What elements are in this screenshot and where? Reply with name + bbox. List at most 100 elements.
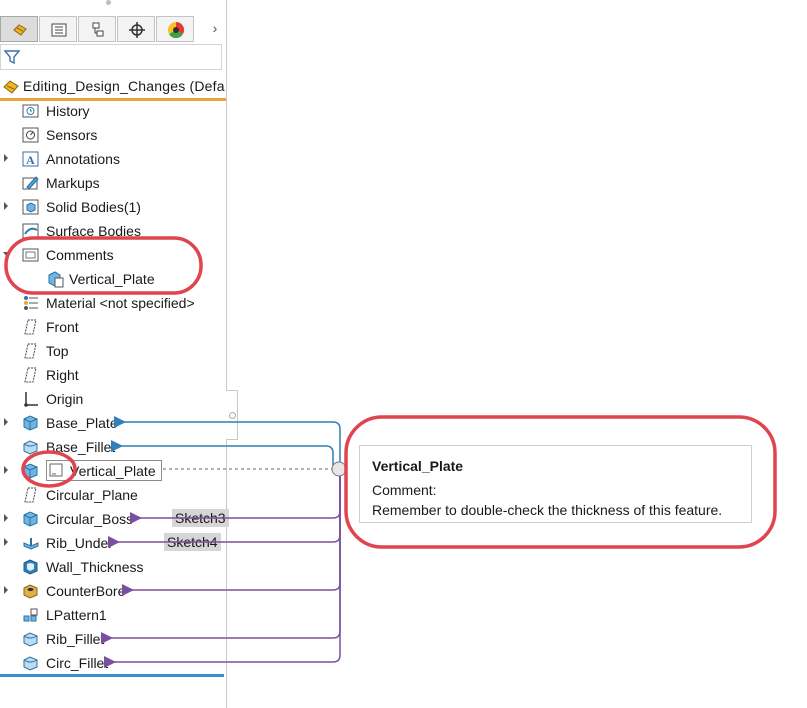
tree-item-base-fillet[interactable]: Base_Fillet <box>0 435 226 459</box>
expand-arrow-icon[interactable] <box>4 514 8 522</box>
feature-manager-panel: › Editing_Design_Changes (Defa History Se… <box>0 0 227 708</box>
tree-item-label: Vertical_Plate <box>70 463 156 479</box>
tree-item-label: Origin <box>46 391 84 407</box>
configuration-icon <box>92 22 104 37</box>
tree-item-vertical-plate[interactable]: Vertical_Plate <box>0 267 226 291</box>
tree-item-comments[interactable]: Comments <box>0 243 226 267</box>
comments-folder-icon <box>22 246 40 264</box>
tree-item-circ-fillet[interactable]: Circ_Fillet <box>0 651 226 675</box>
color-wheel-icon <box>167 21 185 39</box>
tree-item-label: Front <box>46 319 79 335</box>
fillet-icon <box>22 654 40 672</box>
tree-item-label: Vertical_Plate <box>69 271 155 287</box>
plane-icon <box>22 366 40 384</box>
tree-item-label: Rib_Under <box>46 535 113 551</box>
tooltip-comment-text: Remember to double-check the thickness o… <box>372 502 723 518</box>
tree-item-label: Comments <box>46 247 114 263</box>
tree-item-label: LPattern1 <box>46 607 107 623</box>
tree-item-label: Annotations <box>46 151 120 167</box>
plane-icon <box>22 342 40 360</box>
comment-note-icon[interactable] <box>49 463 63 477</box>
tooltip-title: Vertical_Plate <box>372 458 464 474</box>
rib-icon <box>22 534 40 552</box>
fillet-icon <box>22 630 40 648</box>
hole-wizard-icon <box>22 582 40 600</box>
svg-text:A: A <box>26 153 35 167</box>
tree-root-part[interactable]: Editing_Design_Changes (Defa <box>0 76 226 98</box>
linear-pattern-icon <box>22 606 40 624</box>
tree-item-label: Circular_Plane <box>46 487 138 503</box>
expand-arrow-icon[interactable] <box>4 466 8 474</box>
feature-filter-box[interactable] <box>0 44 222 70</box>
tree-item-label: Markups <box>46 175 100 191</box>
tree-item-counterbore[interactable]: CounterBore <box>0 579 226 603</box>
comment-anchor-icon <box>331 461 347 477</box>
tree-item-label: Circular_Boss <box>46 511 134 527</box>
expand-arrow-icon[interactable] <box>4 418 8 426</box>
fillet-icon <box>22 438 40 456</box>
configurationmanager-tab[interactable] <box>78 16 116 42</box>
sketch3-label: Sketch3 <box>172 509 229 527</box>
expand-arrow-icon[interactable] <box>4 538 8 546</box>
markups-icon <box>22 174 40 192</box>
collapse-arrow-icon[interactable] <box>3 252 11 257</box>
tree-item-label: CounterBore <box>46 583 126 599</box>
tree-item-annotations[interactable]: A Annotations <box>0 147 226 171</box>
tree-item-surface-bodies[interactable]: Surface Bodies <box>0 219 226 243</box>
tree-item-label: Base_Fillet <box>46 439 116 455</box>
sensors-icon <box>22 126 40 144</box>
tree-item-label: Solid Bodies(1) <box>46 199 141 215</box>
manager-tabs-toolbar: › <box>0 16 226 42</box>
tree-item-circular-plane[interactable]: Circular_Plane <box>0 483 226 507</box>
tooltip-comment-label: Comment: <box>372 482 437 498</box>
tree-item-label: Rib_Fillet <box>46 631 105 647</box>
plane-icon <box>22 486 40 504</box>
tree-item-solid-bodies-1[interactable]: Solid Bodies(1) <box>0 195 226 219</box>
tree-item-vertical-plate[interactable]: Vertical_Plate <box>0 459 226 483</box>
tree-item-label: Base_Plate <box>46 415 118 431</box>
displaymanager-tab[interactable] <box>156 16 194 42</box>
tree-item-history[interactable]: History <box>0 99 226 123</box>
tree-item-label: Circ_Fillet <box>46 655 109 671</box>
dimxpertmanager-tab[interactable] <box>117 16 155 42</box>
tree-item-front[interactable]: Front <box>0 315 226 339</box>
more-tabs-chevron-icon[interactable]: › <box>205 16 225 42</box>
tree-item-label: History <box>46 103 90 119</box>
featuremanager-tab[interactable] <box>0 16 38 42</box>
shell-icon <box>22 558 40 576</box>
property-list-icon <box>51 23 67 37</box>
solid-bodies-icon <box>22 198 40 216</box>
tree-item-origin[interactable]: Origin <box>0 387 226 411</box>
tree-item-markups[interactable]: Markups <box>0 171 226 195</box>
tree-item-material-not-specified[interactable]: Material <not specified> <box>0 291 226 315</box>
tree-item-wall-thickness[interactable]: Wall_Thickness <box>0 555 226 579</box>
splitter-grip-icon[interactable] <box>229 412 236 419</box>
tree-item-top[interactable]: Top <box>0 339 226 363</box>
tree-item-lpattern1[interactable]: LPattern1 <box>0 603 226 627</box>
propertymanager-tab[interactable] <box>39 16 77 42</box>
crosshair-icon <box>129 22 145 38</box>
tree-item-label: Top <box>46 343 69 359</box>
rollback-bar[interactable] <box>0 674 224 677</box>
material-icon <box>22 294 40 312</box>
part-icon <box>3 80 19 94</box>
extrude-icon <box>22 462 40 480</box>
comment-tooltip: Vertical_Plate Comment: Remember to doub… <box>359 445 752 523</box>
tree-item-label: Material <not specified> <box>46 295 195 311</box>
expand-arrow-icon[interactable] <box>4 154 8 162</box>
surface-bodies-icon <box>22 222 40 240</box>
tree-item-base-plate[interactable]: Base_Plate <box>0 411 226 435</box>
annotations-icon: A <box>22 150 40 168</box>
extrude-icon <box>22 510 40 528</box>
origin-icon <box>22 390 40 408</box>
tree-item-sensors[interactable]: Sensors <box>0 123 226 147</box>
extrude-icon <box>22 414 40 432</box>
tree-item-rib-fillet[interactable]: Rib_Fillet <box>0 627 226 651</box>
expand-arrow-icon[interactable] <box>4 202 8 210</box>
expand-arrow-icon[interactable] <box>4 586 8 594</box>
tree-item-label: Wall_Thickness <box>46 559 144 575</box>
tree-item-right[interactable]: Right <box>0 363 226 387</box>
feature-comment-icon <box>46 270 64 288</box>
panel-grip[interactable] <box>106 0 111 5</box>
tree-item-label: Sensors <box>46 127 98 143</box>
